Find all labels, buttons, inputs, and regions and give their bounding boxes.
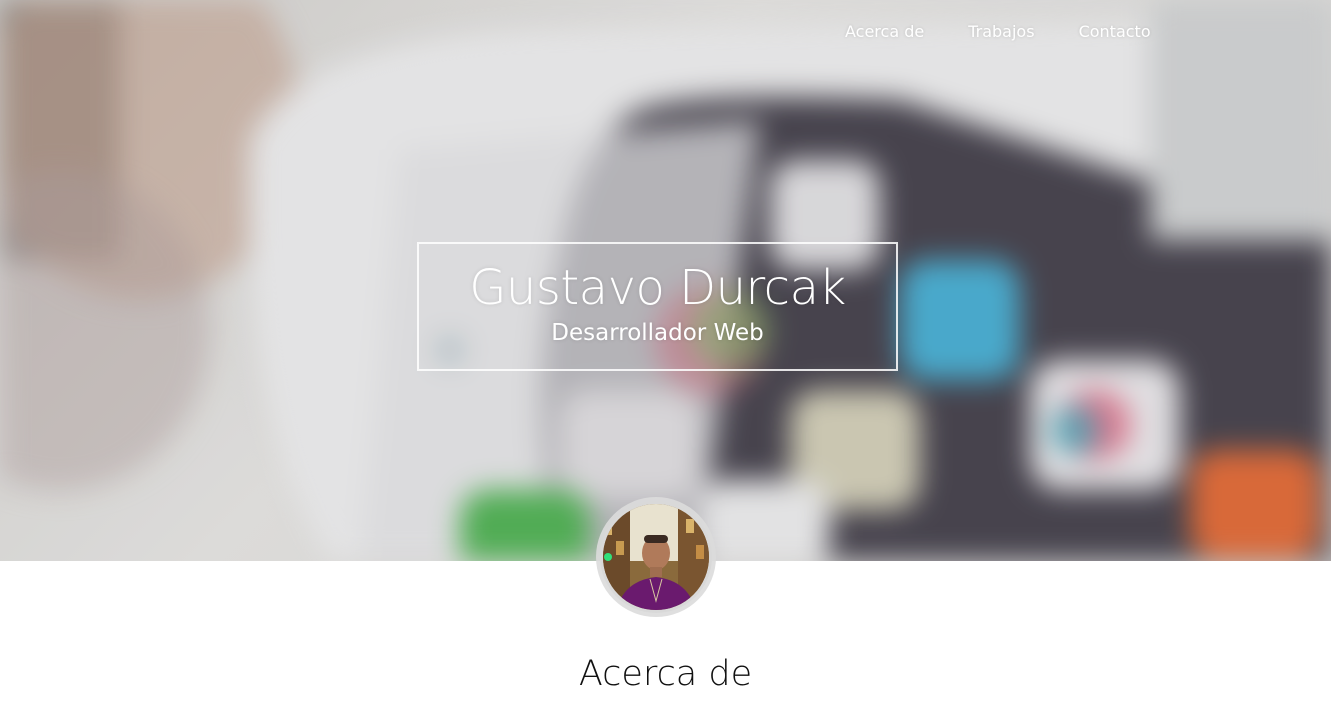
- hero-role: Desarrollador Web: [551, 320, 764, 346]
- avatar: [600, 501, 712, 613]
- nav-link-trabajos[interactable]: Trabajos: [968, 20, 1034, 44]
- main-nav: Acerca de Trabajos Contacto: [845, 20, 1151, 44]
- page: Acerca de Trabajos Contacto Gustavo Durc…: [0, 0, 1331, 726]
- avatar-photo: [603, 504, 709, 610]
- nav-link-acerca-de[interactable]: Acerca de: [845, 20, 924, 44]
- hero-name: Gustavo Durcak: [469, 260, 846, 316]
- hero-title-box: Gustavo Durcak Desarrollador Web: [417, 242, 898, 371]
- nav-link-contacto[interactable]: Contacto: [1079, 20, 1151, 44]
- about-section-title: Acerca de: [578, 654, 753, 694]
